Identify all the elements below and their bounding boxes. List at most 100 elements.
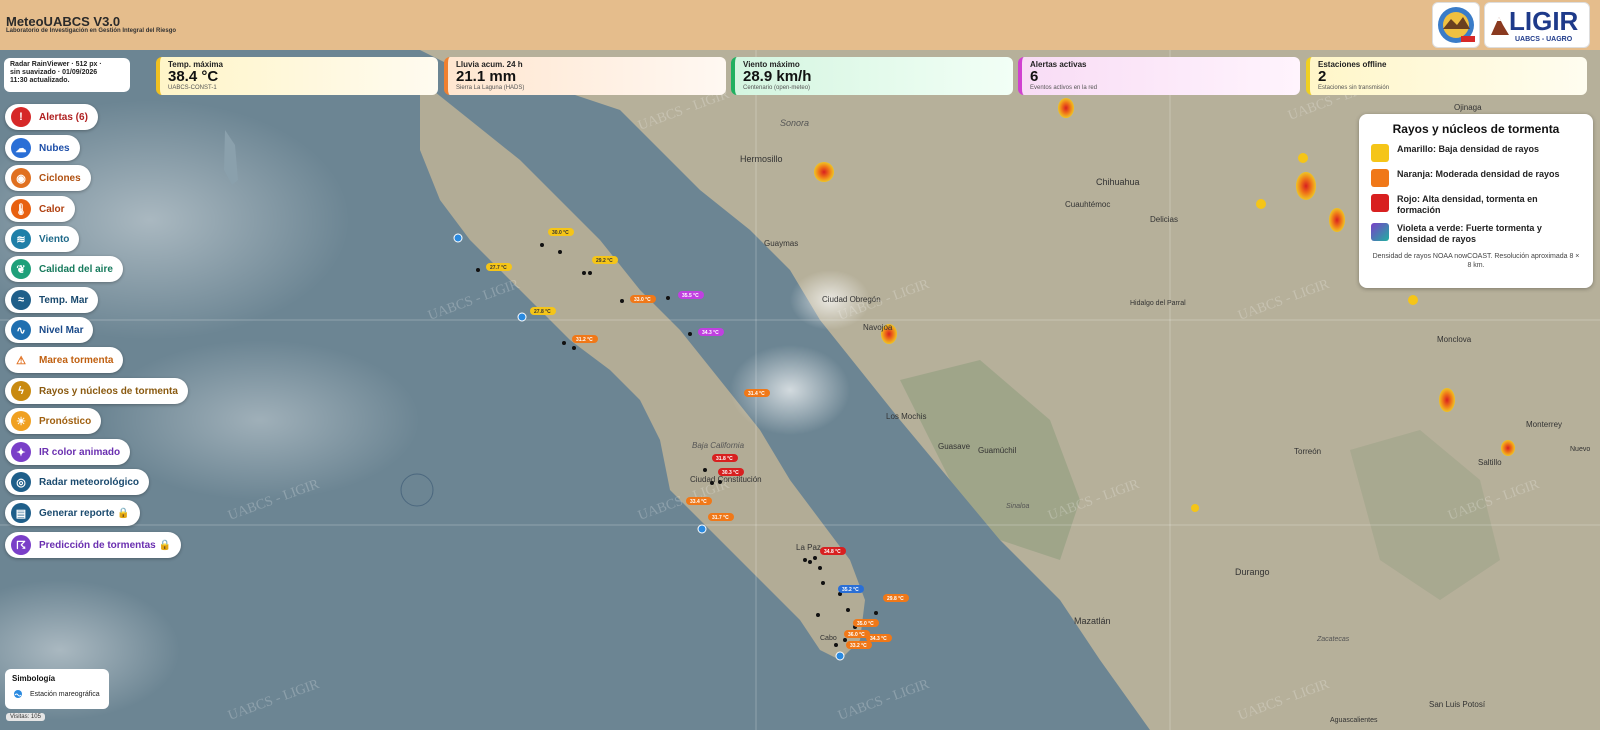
temp-badge: 31.7 °C — [708, 513, 734, 521]
station-marker — [620, 299, 624, 303]
storm-cell[interactable] — [1408, 295, 1418, 305]
legend-row: Amarillo: Baja densidad de rayos — [1371, 144, 1581, 162]
legend-swatch — [1371, 194, 1389, 212]
temp-badge: 27.7 °C — [486, 263, 512, 271]
map-label: Zacatecas — [1316, 636, 1350, 643]
wave-icon: ∿ — [11, 320, 31, 340]
tide-station-marker — [697, 524, 707, 534]
map-label: Guamúchil — [978, 446, 1016, 455]
symbology-title: Simbología — [12, 674, 56, 683]
layer-button-sea-thermometer[interactable]: ≈ Temp. Mar — [5, 287, 99, 313]
layer-button-lightning[interactable]: ϟ Rayos y núcleos de tormenta — [5, 378, 188, 404]
station-marker — [846, 608, 850, 612]
svg-text:29.2 °C: 29.2 °C — [596, 258, 613, 264]
radar-icon: ◎ — [11, 472, 31, 492]
station-marker — [562, 341, 566, 345]
legend-row: Rojo: Alta densidad, tormenta en formaci… — [1371, 194, 1581, 216]
legend-swatch — [1371, 169, 1389, 187]
temp-badge: 29.8 °C — [883, 594, 909, 602]
map-label: Cuauhtémoc — [1065, 200, 1110, 209]
station-marker — [582, 271, 586, 275]
storm-cell[interactable] — [1296, 172, 1316, 200]
station-marker — [874, 611, 878, 615]
layer-button-sun[interactable]: ☀ Pronóstico — [5, 408, 102, 434]
ligir-logo: LIGIR UABCS - UAGRO — [1484, 2, 1590, 48]
legend-swatch — [1371, 223, 1389, 241]
layer-button-label: Alertas (6) — [39, 111, 88, 123]
map-label: Nuevo — [1570, 446, 1590, 453]
uabcs-logo — [1432, 2, 1480, 48]
layer-button-label: Temp. Mar — [39, 294, 89, 306]
stat-source: Sierra La Laguna (HADS) — [456, 85, 525, 91]
station-marker — [843, 638, 847, 642]
temp-badge: 31.8 °C — [712, 454, 738, 462]
stat-label: Estaciones offline — [1318, 60, 1387, 69]
storm-cell[interactable] — [1439, 388, 1455, 412]
storm-cell[interactable] — [1329, 208, 1345, 232]
stat-card-alerts[interactable]: Alertas activas 6 Eventos activos en la … — [1018, 57, 1300, 95]
stat-value: 2 — [1318, 68, 1327, 85]
layer-button-warning[interactable]: ⚠ Marea tormenta — [5, 347, 124, 373]
layer-button-label: Marea tormenta — [39, 354, 114, 366]
layer-button-label: Calor — [39, 203, 65, 215]
layer-button-cyclone[interactable]: ◉ Ciclones — [5, 165, 91, 191]
stat-card-wind[interactable]: Viento máximo 28.9 km/h Centenario (open… — [731, 57, 1013, 95]
layer-button-label: Calidad del aire — [39, 263, 113, 275]
map-label: Monclova — [1437, 335, 1472, 344]
layer-button-radar[interactable]: ◎ Radar meteorológico — [5, 469, 150, 495]
symbology-panel: Simbología Estación mareográfica — [5, 669, 109, 709]
layer-button-satellite[interactable]: ✦ IR color animado — [5, 439, 131, 465]
map-label: Sinaloa — [1006, 503, 1029, 510]
temp-badge: 27.8 °C — [530, 307, 556, 315]
stat-card-rain[interactable]: Lluvia acum. 24 h 21.1 mm Sierra La Lagu… — [444, 57, 726, 95]
uabcs-seal-icon — [1438, 7, 1475, 43]
svg-text:31.8 °C: 31.8 °C — [716, 456, 733, 462]
map-label: Los Mochis — [886, 412, 926, 421]
app-header: MeteoUABCS V3.0 Laboratorio de Investiga… — [0, 0, 1600, 50]
layer-button-storm-prediction[interactable]: ☈ Predicción de tormentas 🔒 — [5, 532, 181, 558]
svg-text:35.0 °C: 35.0 °C — [857, 621, 874, 627]
storm-prediction-icon: ☈ — [11, 535, 31, 555]
stat-card-offline[interactable]: Estaciones offline 2 Estaciones sin tran… — [1306, 57, 1587, 95]
storm-cell[interactable] — [1256, 199, 1266, 209]
storm-cell[interactable] — [814, 162, 834, 182]
layer-button-label: Rayos y núcleos de tormenta — [39, 385, 178, 397]
visit-counter: Visitas: 105 — [6, 713, 45, 721]
storm-cell[interactable] — [1501, 440, 1515, 456]
layer-button-label: Predicción de tormentas 🔒 — [39, 539, 171, 551]
storm-cell[interactable] — [1058, 98, 1074, 118]
stat-label: Alertas activas — [1030, 60, 1087, 69]
station-marker — [588, 271, 592, 275]
logo-subtext: UABCS - UAGRO — [1515, 36, 1573, 43]
layer-button-wave[interactable]: ∿ Nivel Mar — [5, 317, 94, 343]
layer-button-leaf[interactable]: ❦ Calidad del aire — [5, 256, 123, 282]
layer-button-thermometer[interactable]: 🌡 Calor — [5, 196, 75, 222]
map-label: Ojinaga — [1454, 103, 1482, 112]
radar-info-line: sin suavizado · 01/09/2026 — [10, 69, 98, 76]
stat-value: 21.1 mm — [456, 68, 517, 85]
map-label: Monterrey — [1526, 420, 1562, 429]
map-label: Sonora — [780, 118, 809, 128]
layer-button-label: Radar meteorológico — [39, 476, 140, 488]
storm-cell[interactable] — [1191, 504, 1199, 512]
station-marker — [710, 481, 714, 485]
layer-button-alert[interactable]: ! Alertas (6) — [5, 104, 98, 130]
leaf-icon: ❦ — [11, 259, 31, 279]
stat-card-temp[interactable]: Temp. máxima 38.4 °C UABCS-CONST-1 — [156, 57, 438, 95]
symbology-label: Estación mareográfica — [30, 690, 100, 698]
stat-value: 38.4 °C — [168, 68, 219, 85]
layer-button-report[interactable]: ▤ Generar reporte 🔒 — [5, 500, 140, 526]
temp-badge: 34.3 °C — [866, 634, 892, 642]
map-label: Delicias — [1150, 215, 1178, 224]
layer-button-wind[interactable]: ≋ Viento — [5, 226, 80, 252]
layer-button-cloud[interactable]: ☁ Nubes — [5, 135, 80, 161]
symbology-item: Estación mareográfica — [12, 689, 102, 699]
svg-text:35.2 °C: 35.2 °C — [842, 587, 859, 593]
layer-button-label: Nubes — [39, 142, 70, 154]
app-subtitle: Laboratorio de Investigación en Gestión … — [6, 28, 177, 34]
svg-text:34.3 °C: 34.3 °C — [870, 636, 887, 642]
storm-cell[interactable] — [1298, 153, 1308, 163]
temp-badge: 30.0 °C — [548, 228, 574, 236]
station-marker — [808, 560, 812, 564]
svg-text:31.7 °C: 31.7 °C — [712, 515, 729, 521]
